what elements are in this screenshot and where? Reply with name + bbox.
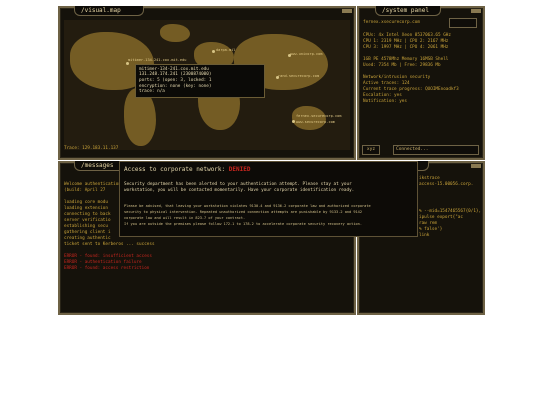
denied-status: DENIED bbox=[228, 166, 251, 173]
error-line: ERROR - found: access restriction bbox=[64, 266, 150, 271]
map-node-label: mitimer-134-241.cox.mit.edu bbox=[128, 58, 187, 62]
minimize-icon[interactable] bbox=[342, 9, 352, 13]
console-line: link bbox=[419, 233, 430, 238]
sys-line: CPU 3: 1997 MHz | CPU 4: 2061 MHz bbox=[363, 45, 449, 50]
map-node-label: www.securecorp.com bbox=[296, 120, 335, 124]
command-button[interactable]: xyz bbox=[362, 145, 380, 155]
map-node-label: fernex.securecorp.com bbox=[296, 114, 342, 118]
dialog-body-secondary: Please be advised, that leaving your wor… bbox=[124, 204, 371, 226]
map-tab[interactable]: /visual.map bbox=[74, 6, 144, 16]
host-label: fernex.xsecurecorp.com bbox=[363, 20, 420, 25]
command-input[interactable]: Connected... bbox=[393, 145, 479, 155]
dialog-title: Access to corporate network: DENIED bbox=[124, 166, 250, 174]
map-node-label: www.unicorp.com bbox=[290, 52, 323, 56]
map-panel: /visual.map mitimer-134-241.cox.mit.edu … bbox=[58, 6, 356, 160]
sys-line: Used: 7354 Mb | Free: 29836 Mb bbox=[363, 63, 441, 68]
popup-line: trace: n/a bbox=[139, 89, 165, 94]
node-marker[interactable] bbox=[292, 120, 295, 123]
australia bbox=[292, 106, 326, 130]
trace-label: Trace: 129.183.11.137 bbox=[64, 146, 119, 151]
dialog-body-primary: Security department has been alerted to … bbox=[124, 182, 355, 193]
system-tab[interactable]: /system panel bbox=[375, 6, 441, 16]
message-line: ticket sent to Kerberos ... success bbox=[64, 242, 155, 247]
node-info-popup: mitimer-134-241.cox.mit.edu 131.248.174.… bbox=[135, 64, 265, 98]
console-line: access-15.00056.corp. bbox=[419, 182, 474, 187]
minimize-icon[interactable] bbox=[471, 164, 481, 168]
map-node-label: rand.securecorp.com bbox=[278, 74, 320, 78]
message-line: (build: April 27 bbox=[64, 188, 106, 193]
system-panel: /system panel fernex.xsecurecorp.com CPU… bbox=[357, 6, 485, 160]
map-node-label: darpa.mil bbox=[216, 48, 236, 52]
node-marker[interactable] bbox=[126, 62, 129, 65]
toggle-button[interactable] bbox=[449, 18, 477, 28]
node-marker[interactable] bbox=[212, 50, 215, 53]
minimize-icon[interactable] bbox=[471, 9, 481, 13]
access-denied-dialog: Access to corporate network: DENIED Secu… bbox=[119, 161, 418, 237]
sys-line: Notification: yes bbox=[363, 99, 407, 104]
greenland bbox=[160, 24, 190, 42]
dialog-title-text: Access to corporate network: bbox=[124, 166, 226, 173]
